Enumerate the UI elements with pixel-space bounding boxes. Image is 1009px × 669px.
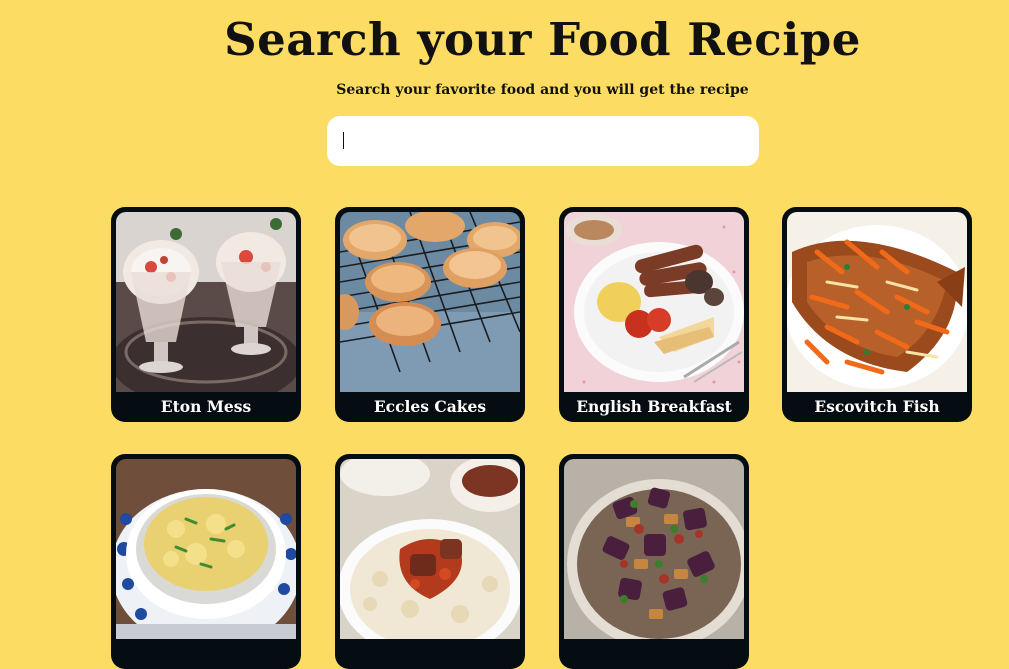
recipe-card-english-breakfast[interactable]: English Breakfast [559, 207, 749, 422]
recipe-card-rice-stew[interactable] [335, 454, 525, 669]
aubergine-dish-photo [564, 459, 744, 639]
recipe-card-label: Eton Mess [160, 397, 252, 416]
recipe-card-eccles-cakes[interactable]: Eccles Cakes [335, 207, 525, 422]
search-input[interactable] [327, 116, 759, 166]
text-caret [343, 132, 344, 149]
eton-mess-photo [116, 212, 296, 392]
rice-stew-photo [340, 459, 520, 639]
page-subtitle: Search your favorite food and you will g… [336, 82, 749, 98]
soup-photo [116, 459, 296, 639]
english-breakfast-photo [564, 212, 744, 392]
recipe-card-label: English Breakfast [576, 397, 732, 416]
recipe-card-soup[interactable] [111, 454, 301, 669]
recipe-card-aubergine-dish[interactable] [559, 454, 749, 669]
recipe-card-escovitch-fish[interactable]: Escovitch Fish [782, 207, 972, 422]
recipe-card-label: Eccles Cakes [373, 397, 487, 416]
eccles-cakes-photo [340, 212, 520, 392]
escovitch-fish-photo [787, 212, 967, 392]
page-title: Search your Food Recipe [224, 13, 861, 66]
recipe-card-eton-mess[interactable]: Eton Mess [111, 207, 301, 422]
recipe-card-label: Escovitch Fish [814, 397, 940, 416]
